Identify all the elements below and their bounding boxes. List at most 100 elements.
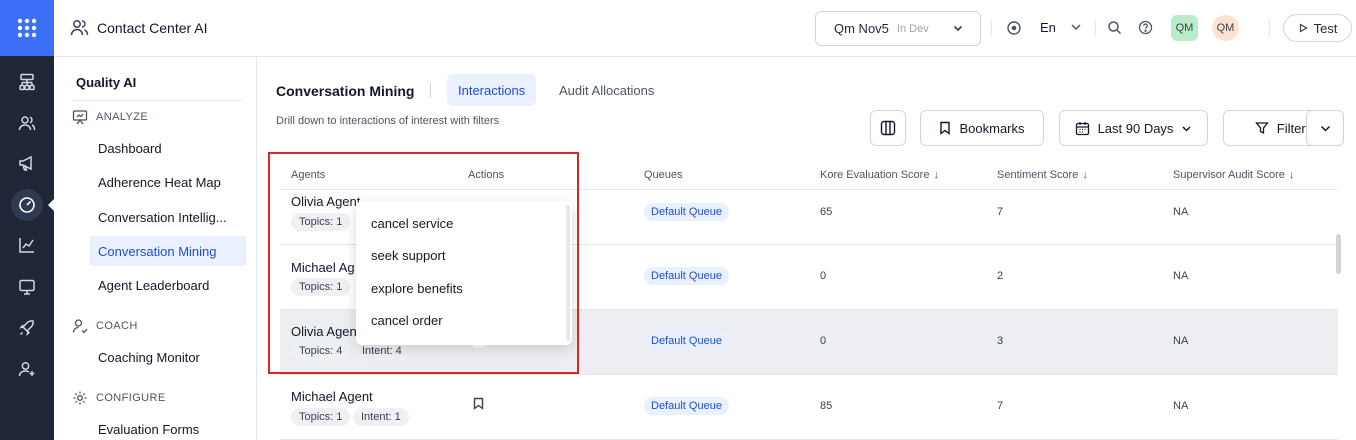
secondary-sidebar: Quality AI ANALYZE Dashboard Adherence H… — [54, 57, 257, 440]
table-header: Agents Actions Queues Kore Evaluation Sc… — [280, 157, 1338, 190]
monitor-icon[interactable] — [0, 267, 54, 307]
help-icon[interactable] — [1138, 20, 1153, 35]
calendar-icon — [1075, 121, 1090, 136]
bookmarks-button[interactable]: Bookmarks — [920, 110, 1044, 146]
audit-score: NA — [1173, 206, 1189, 218]
chevron-down-icon[interactable] — [1069, 20, 1083, 34]
app-title: Contact Center AI — [70, 18, 208, 37]
add-user-icon[interactable] — [0, 349, 54, 389]
users-icon[interactable] — [0, 103, 54, 143]
sidebar-item-evaluation-forms[interactable]: Evaluation Forms — [90, 414, 246, 440]
app-grid-icon[interactable] — [0, 0, 54, 56]
topics-chip[interactable]: Topics: 1 — [291, 278, 351, 296]
megaphone-icon[interactable] — [0, 143, 54, 183]
avatar[interactable]: QM — [1212, 15, 1239, 41]
bookmark-icon — [939, 121, 951, 135]
app-title-text: Contact Center AI — [97, 19, 208, 36]
env-status: In Dev — [896, 22, 929, 35]
environment-selector[interactable]: Qm Nov5 In Dev — [815, 11, 981, 46]
search-icon[interactable] — [1107, 20, 1122, 35]
topics-chip[interactable]: Topics: 1 — [291, 213, 351, 231]
intent-chip[interactable]: Intent: 1 — [353, 408, 409, 426]
column-header-kore-score[interactable]: Kore Evaluation Score ↓ — [820, 169, 939, 181]
dropdown-option[interactable]: cancel service — [371, 216, 453, 231]
agent-name[interactable]: Olivia Agen — [291, 324, 357, 339]
sort-down-icon[interactable]: ↓ — [933, 169, 939, 181]
sentiment-score: 2 — [997, 270, 1004, 282]
sidebar-item-dashboard[interactable]: Dashboard — [90, 133, 246, 163]
kore-score: 85 — [820, 400, 833, 412]
user-check-icon — [72, 318, 88, 334]
section-configure: CONFIGURE — [72, 390, 166, 406]
gear-icon — [72, 390, 88, 406]
sidebar-item-agent-leaderboard[interactable]: Agent Leaderboard — [90, 270, 246, 300]
table-row[interactable]: Michael Agent Topics: 1 Intent: 1 Defaul… — [280, 375, 1338, 440]
chevron-down-icon — [1181, 123, 1192, 134]
topbar-separator — [1269, 19, 1270, 37]
tab-audit-allocations[interactable]: Audit Allocations — [548, 74, 665, 106]
title-separator — [430, 82, 431, 98]
audit-score: NA — [1173, 335, 1189, 347]
sentiment-score: 3 — [997, 335, 1004, 347]
test-button[interactable]: Test — [1283, 14, 1352, 42]
sitemap-icon[interactable] — [0, 62, 54, 102]
date-range-label: Last 90 Days — [1097, 120, 1174, 136]
sort-down-icon[interactable]: ↓ — [1289, 169, 1295, 181]
kore-score: 0 — [820, 335, 827, 347]
page-title: Conversation Mining — [276, 83, 415, 99]
column-header-agents[interactable]: Agents — [291, 169, 325, 181]
language-selector[interactable]: En — [1040, 20, 1056, 35]
gauge-icon[interactable] — [0, 185, 54, 225]
presentation-chart-icon — [72, 109, 88, 125]
sort-down-icon[interactable]: ↓ — [1082, 169, 1088, 181]
avatar[interactable]: QM — [1171, 15, 1198, 41]
topics-chip[interactable]: Topics: 4 — [291, 342, 351, 360]
table-scrollbar[interactable] — [1336, 234, 1341, 274]
date-range-button[interactable]: Last 90 Days — [1059, 110, 1208, 146]
agent-name[interactable]: Olivia Agent — [291, 194, 360, 209]
dropdown-option[interactable]: explore benefits — [371, 281, 463, 296]
sidebar-item-coaching-monitor[interactable]: Coaching Monitor — [90, 342, 246, 372]
column-header-audit-score[interactable]: Supervisor Audit Score ↓ — [1173, 169, 1294, 181]
column-header-actions: Actions — [468, 169, 505, 181]
timer-icon[interactable] — [1006, 20, 1022, 36]
bookmark-icon[interactable] — [473, 397, 484, 410]
filters-dropdown-button[interactable] — [1306, 110, 1344, 146]
top-bar: Contact Center AI Qm Nov5 In Dev En QM Q… — [54, 0, 1356, 57]
topbar-separator — [1095, 19, 1096, 37]
queue-badge: Default Queue — [644, 203, 729, 221]
kore-score: 0 — [820, 270, 827, 282]
sidebar-item-adherence-heat-map[interactable]: Adherence Heat Map — [90, 167, 246, 197]
columns-button[interactable] — [870, 110, 906, 146]
section-label: COACH — [96, 320, 138, 332]
audit-score: NA — [1173, 270, 1189, 282]
sidebar-heading: Quality AI — [76, 75, 137, 90]
test-label: Test — [1313, 20, 1338, 36]
sentiment-score: 7 — [997, 400, 1004, 412]
sidebar-item-conversation-intelligence[interactable]: Conversation Intellig... — [90, 202, 246, 232]
sentiment-score: 7 — [997, 206, 1004, 218]
column-header-sentiment[interactable]: Sentiment Score ↓ — [997, 169, 1088, 181]
sidebar-divider — [72, 100, 242, 101]
dropdown-scrollbar[interactable] — [566, 205, 570, 341]
sidebar-item-conversation-mining[interactable]: Conversation Mining — [90, 236, 246, 266]
column-header-queues[interactable]: Queues — [644, 169, 683, 181]
queue-badge: Default Queue — [644, 397, 729, 415]
chevron-down-icon — [1319, 122, 1332, 135]
chevron-down-icon — [952, 22, 964, 37]
agent-name[interactable]: Michael Agent — [291, 389, 373, 404]
agent-name[interactable]: Michael Ag — [291, 260, 355, 275]
queue-badge: Default Queue — [644, 267, 729, 285]
bookmarks-label: Bookmarks — [959, 120, 1025, 136]
tab-interactions[interactable]: Interactions — [447, 74, 537, 106]
dropdown-option[interactable]: cancel order — [371, 313, 443, 328]
topics-chip[interactable]: Topics: 1 — [291, 408, 351, 426]
audit-score: NA — [1173, 400, 1189, 412]
app-root: Contact Center AI Qm Nov5 In Dev En QM Q… — [0, 0, 1356, 440]
section-analyze: ANALYZE — [72, 109, 148, 125]
rocket-icon[interactable] — [0, 308, 54, 348]
section-label: CONFIGURE — [96, 392, 166, 404]
line-chart-icon[interactable] — [0, 225, 54, 265]
dropdown-option[interactable]: seek support — [371, 248, 445, 263]
section-label: ANALYZE — [96, 111, 149, 123]
